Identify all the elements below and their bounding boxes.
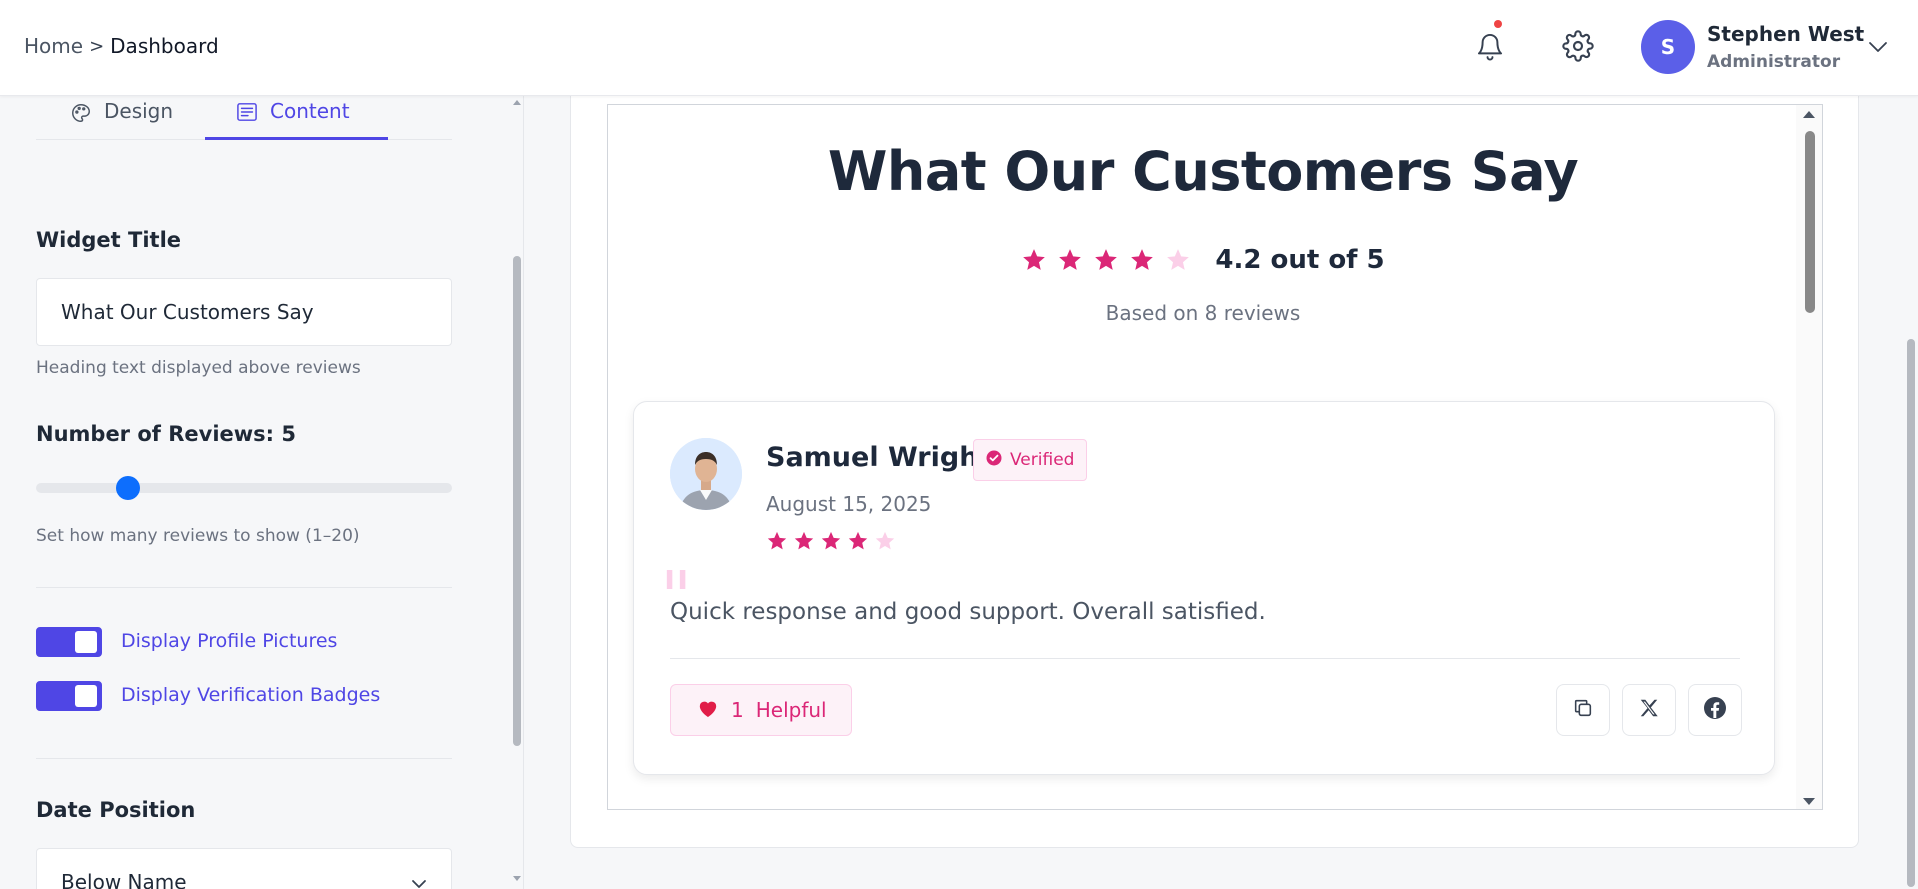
breadcrumb: Home > Dashboard [24,34,219,58]
reviewer-avatar [670,438,742,510]
scroll-up-arrow[interactable] [513,100,521,105]
review-count-text: Based on 8 reviews [1105,301,1301,325]
widget-title-input[interactable]: What Our Customers Say [36,278,452,346]
toggle-profile-pictures[interactable] [36,627,102,657]
helpful-button[interactable]: 1 Helpful [670,684,852,736]
review-count-value: 5 [281,422,297,446]
tab-content-label: Content [270,99,350,123]
date-position-value: Below Name [61,870,187,889]
scrollbar-thumb[interactable] [1907,339,1915,887]
notification-dot [1494,20,1502,28]
review-count-slider-track[interactable] [36,483,452,493]
rating-summary: 4.2 out of 5 [608,245,1798,275]
reviewer-name: Samuel Wright [766,442,992,473]
toggle-knob [75,685,97,707]
star-filled-icon [1059,249,1082,270]
user-name[interactable]: Stephen West [1707,22,1864,46]
chevron-down-icon [411,870,427,889]
scroll-down-arrow[interactable] [513,876,521,881]
star-filled-icon [1023,249,1046,270]
review-count-label: Number of Reviews: 5 [36,422,296,446]
x-twitter-icon [1638,697,1660,723]
toggle-knob [75,631,97,653]
breadcrumb-home-link[interactable]: Home [24,34,83,58]
verified-badge-label: Verified [1010,450,1075,470]
rating-summary-text: 4.2 out of 5 [1215,245,1385,275]
reviews-widget-preview: What Our Customers Say 4.2 out of 5 Base… [607,104,1823,810]
heart-icon [697,698,719,723]
date-position-select[interactable]: Below Name [36,848,452,889]
chevron-down-icon[interactable] [1868,38,1888,57]
verified-badge: Verified [973,439,1088,481]
copy-icon [1572,697,1594,723]
check-circle-icon [986,450,1002,471]
star-filled-icon [794,531,814,550]
helpful-label: Helpful [755,698,827,722]
scrollbar-thumb[interactable] [1805,131,1815,313]
toggle-verification-badges-label[interactable]: Display Verification Badges [121,684,380,706]
widget-title: What Our Customers Say [827,140,1579,203]
star-empty-icon [1167,249,1190,270]
content-list-icon [236,99,258,127]
review-date: August 15, 2025 [766,492,932,516]
gear-icon[interactable] [1560,28,1596,64]
palette-icon [70,99,92,129]
widget-title-help: Heading text displayed above reviews [36,358,361,378]
breadcrumb-current: Dashboard [110,34,219,58]
settings-panel: Design Content Widget Title What Our Cus… [0,96,524,889]
share-facebook-button[interactable] [1688,684,1742,736]
review-stars [766,530,896,552]
star-filled-icon [767,531,787,550]
scroll-up-arrow[interactable] [1803,111,1815,118]
review-count-slider-thumb[interactable] [116,476,140,500]
scrollbar-thumb[interactable] [513,256,521,746]
share-x-button[interactable] [1622,684,1676,736]
star-filled-icon [848,531,868,550]
settings-scrollbar[interactable] [510,96,523,889]
copy-link-button[interactable] [1556,684,1610,736]
settings-tabs: Design Content [36,96,452,140]
user-avatar[interactable]: S [1641,20,1695,74]
tab-design[interactable]: Design [70,96,173,140]
bell-icon[interactable] [1472,28,1508,64]
review-text: Quick response and good support. Overall… [670,599,1266,625]
star-filled-icon [1131,249,1154,270]
facebook-icon [1703,696,1727,724]
widget-title-label: Widget Title [36,228,182,252]
breadcrumb-separator: > [89,35,105,57]
divider [36,587,452,588]
review-count-help: Set how many reviews to show (1–20) [36,526,360,546]
toggle-profile-pictures-label[interactable]: Display Profile Pictures [121,630,337,652]
review-card: Samuel Wright Verified August 15, 2025 "… [633,401,1775,775]
page-scrollbar[interactable] [1904,96,1918,889]
tab-design-label: Design [104,99,174,123]
scroll-down-arrow[interactable] [1803,798,1815,805]
star-empty-icon [875,531,895,550]
toggle-verification-badges[interactable] [36,681,102,711]
divider [36,758,452,759]
review-count-label-text: Number of Reviews: [36,422,282,446]
star-filled-icon [1095,249,1118,270]
date-position-label: Date Position [36,798,196,822]
divider [670,658,1740,659]
top-header: Home > Dashboard S Stephen West Administ… [0,0,1918,96]
tab-content[interactable]: Content [205,96,388,140]
star-filled-icon [821,531,841,550]
helpful-count: 1 [731,698,744,722]
preview-scrollbar[interactable] [1796,105,1822,809]
rating-summary-stars [1021,247,1191,273]
user-role: Administrator [1707,52,1841,72]
